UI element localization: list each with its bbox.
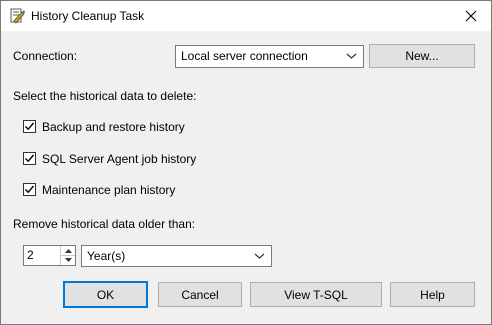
window-title: History Cleanup Task — [31, 9, 145, 23]
arrow-up-icon — [64, 248, 72, 253]
maintenance-plan-history-checkbox[interactable] — [23, 183, 36, 196]
ok-button[interactable]: OK — [63, 281, 148, 308]
connection-selected-value: Local server connection — [181, 49, 308, 63]
older-than-label: Remove historical data older than: — [13, 217, 196, 231]
age-value: 2 — [27, 248, 34, 262]
history-cleanup-dialog: History Cleanup Task Connection: Local s… — [0, 0, 492, 325]
close-icon — [465, 10, 477, 22]
sql-agent-job-history-checkbox[interactable] — [23, 152, 36, 165]
checkmark-icon — [25, 122, 35, 131]
new-connection-button[interactable]: New... — [369, 44, 475, 68]
age-unit-selected-value: Year(s) — [87, 249, 126, 263]
history-cleanup-task-icon — [9, 8, 25, 24]
cancel-button[interactable]: Cancel — [158, 282, 242, 307]
age-unit-dropdown[interactable]: Year(s) — [81, 245, 272, 267]
help-button[interactable]: Help — [390, 282, 475, 307]
age-value-stepper[interactable]: 2 — [23, 245, 76, 266]
history-section-label: Select the historical data to delete: — [13, 89, 197, 103]
backup-restore-history-label[interactable]: Backup and restore history — [42, 120, 185, 134]
checkmark-icon — [25, 154, 35, 163]
stepper-down-button[interactable] — [61, 255, 75, 264]
connection-dropdown[interactable]: Local server connection — [175, 45, 364, 68]
chevron-down-icon — [346, 53, 357, 59]
chevron-down-icon — [254, 253, 265, 259]
arrow-down-icon — [64, 257, 72, 262]
backup-restore-history-checkbox[interactable] — [23, 120, 36, 133]
checkmark-icon — [25, 185, 35, 194]
view-tsql-button[interactable]: View T-SQL — [250, 282, 382, 307]
title-bar: History Cleanup Task — [1, 1, 491, 31]
connection-label: Connection: — [13, 49, 78, 63]
close-button[interactable] — [451, 1, 491, 31]
maintenance-plan-history-label[interactable]: Maintenance plan history — [42, 183, 175, 197]
stepper-arrows — [60, 246, 75, 265]
sql-agent-job-history-label[interactable]: SQL Server Agent job history — [42, 152, 196, 166]
